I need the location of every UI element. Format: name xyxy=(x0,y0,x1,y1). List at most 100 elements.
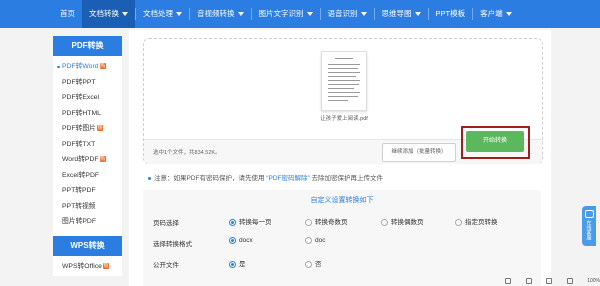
thumbnail-line xyxy=(328,64,360,65)
sidebar-item-pdf-to-image[interactable]: PDF转图片热 xyxy=(53,121,122,137)
option-label: 转换偶数页 xyxy=(391,219,424,226)
online-support-label: 在线客服 xyxy=(585,220,592,240)
nav-ppt-templates[interactable]: PPT模板 xyxy=(429,0,473,28)
sidebar-item-label: 图片转PDF xyxy=(62,218,96,225)
sidebar-item-label: PDF转图片 xyxy=(62,125,96,132)
sidebar-item-wps-to-office[interactable]: WPS转Office热 xyxy=(53,259,122,275)
sidebar-item-pdf-to-ppt[interactable]: PDF转PPT xyxy=(53,75,122,91)
sidebar-item-label: PDF转Word xyxy=(62,63,99,70)
file-summary: 选中1个文件，共834.52K。 xyxy=(153,150,221,156)
sidebar-item-label: PDF转TXT xyxy=(62,140,96,148)
thumbnail-line xyxy=(328,76,356,77)
custom-settings-panel: 自定义设置转换如下 页码选择 转换每一页 转换奇数页 转换偶数页 指定页转换 选… xyxy=(143,190,541,286)
sidebar-item-word-to-pdf[interactable]: Word转PDF热 xyxy=(53,152,122,168)
nav-image-ocr-label: 图片文字识别 xyxy=(258,9,304,18)
chevron-down-icon xyxy=(414,12,421,17)
radio-icon xyxy=(455,218,462,226)
option-label: 指定页转换 xyxy=(465,219,498,226)
sidebar-wps-header: WPS转换 xyxy=(53,235,122,256)
public-file-label: 公开文件 xyxy=(153,262,179,269)
add-more-files-button[interactable]: 继续添加（批量转换） xyxy=(382,143,456,162)
nav-home-label: 首页 xyxy=(60,9,75,18)
settings-icon[interactable] xyxy=(525,278,532,284)
sidebar-item-label: WPS转Office xyxy=(62,262,102,270)
option-label: docx xyxy=(239,237,253,245)
download-icon[interactable] xyxy=(566,278,573,284)
top-nav-bar: 首页 文档转换 文档处理 音视频转换 图片文字识别 语音识别 思维导图 PPT模… xyxy=(0,0,600,28)
hot-badge: 热 xyxy=(99,63,106,70)
nav-ppt-templates-label: PPT模板 xyxy=(435,9,466,18)
volume-icon[interactable] xyxy=(546,278,553,284)
nav-client[interactable]: 客户端 xyxy=(473,0,519,28)
system-tray: 100% xyxy=(505,276,600,286)
page-selection-label: 页码选择 xyxy=(153,220,179,227)
nav-document-process-label: 文档处理 xyxy=(143,9,173,18)
chevron-down-icon xyxy=(122,12,128,17)
sidebar-wps-list: WPS转Office热 xyxy=(53,256,122,275)
network-icon[interactable] xyxy=(505,278,511,284)
sidebar: PDF转换 PDF转Word热 PDF转PPT PDF转Excel PDF转HT… xyxy=(53,36,122,276)
nav-mind-map-label: 思维导图 xyxy=(381,9,412,18)
sidebar-item-label: PPT转视频 xyxy=(62,202,96,210)
sidebar-item-label: Word转PDF xyxy=(62,156,99,163)
settings-title: 自定义设置转换如下 xyxy=(310,197,374,204)
thumbnail-line xyxy=(328,68,358,69)
sidebar-item-pdf-to-txt[interactable]: PDF转TXT xyxy=(53,137,122,153)
thumbnail-line xyxy=(328,100,348,101)
nav-document-convert[interactable]: 文档转换 xyxy=(82,0,135,28)
option-label: 是 xyxy=(239,261,246,268)
thumbnail-line xyxy=(328,92,360,93)
sidebar-item-ppt-to-video[interactable]: PPT转视频 xyxy=(53,199,122,215)
sidebar-item-label: PDF转PPT xyxy=(62,78,96,86)
nav-av-convert-label: 音视频转换 xyxy=(197,9,235,18)
radio-icon xyxy=(305,260,312,268)
nav-document-process[interactable]: 文档处理 xyxy=(136,0,189,28)
format-selection-label: 选择转换格式 xyxy=(153,241,192,248)
radio-icon xyxy=(305,218,312,226)
file-name: 让孩子爱上阅读.pdf xyxy=(320,116,368,122)
nav-client-label: 客户端 xyxy=(480,9,503,18)
nav-image-ocr[interactable]: 图片文字识别 xyxy=(252,0,320,28)
option-label: doc xyxy=(315,237,326,245)
page-option-specified[interactable]: 指定页转换 xyxy=(455,216,498,226)
thumbnail-line xyxy=(335,58,353,59)
thumbnail-line xyxy=(328,80,360,81)
page-option-odd[interactable]: 转换奇数页 xyxy=(305,216,348,226)
sidebar-item-excel-to-pdf[interactable]: Excel转PDF xyxy=(53,168,122,184)
pdf-file-thumbnail[interactable] xyxy=(321,51,367,111)
password-notice: 注意：如果PDF有密码保护，请先使用 “PDF密码解除” 去除加密保护再上传文件 xyxy=(148,172,383,182)
pdf-password-remove-link[interactable]: “PDF密码解除” xyxy=(266,175,309,182)
format-option-doc[interactable]: doc xyxy=(305,237,325,244)
page-option-even[interactable]: 转换偶数页 xyxy=(381,216,424,226)
chevron-down-icon xyxy=(505,12,512,17)
page-option-every[interactable]: 转换每一页 xyxy=(229,216,272,226)
nav-speech-recognition[interactable]: 语音识别 xyxy=(321,0,374,28)
sidebar-item-pdf-to-html[interactable]: PDF转HTML xyxy=(53,106,122,122)
hot-badge: 热 xyxy=(102,262,109,269)
nav-home[interactable]: 首页 xyxy=(53,0,82,28)
nav-menu: 首页 文档转换 文档处理 音视频转换 图片文字识别 语音识别 思维导图 PPT模… xyxy=(53,0,519,28)
radio-selected-icon xyxy=(229,260,236,268)
sidebar-pdf-header: PDF转换 xyxy=(53,36,122,56)
sidebar-item-label: PDF转HTML xyxy=(62,109,101,117)
radio-icon xyxy=(381,218,388,226)
sidebar-item-image-to-pdf[interactable]: 图片转PDF xyxy=(53,214,122,230)
option-label: 转换奇数页 xyxy=(315,219,348,226)
zoom-level[interactable]: 100% xyxy=(587,278,600,284)
nav-av-convert[interactable]: 音视频转换 xyxy=(190,0,251,28)
radio-selected-icon xyxy=(229,218,236,226)
public-option-yes[interactable]: 是 xyxy=(229,258,246,268)
online-support-tab[interactable]: 在线客服 xyxy=(582,206,596,246)
sidebar-item-label: PDF转Excel xyxy=(62,94,100,101)
sidebar-item-pdf-to-excel[interactable]: PDF转Excel xyxy=(53,90,122,106)
sidebar-item-pdf-to-word[interactable]: PDF转Word热 xyxy=(53,59,122,75)
sidebar-item-ppt-to-pdf[interactable]: PPT转PDF xyxy=(53,183,122,199)
public-option-no[interactable]: 否 xyxy=(305,258,322,268)
nav-speech-recognition-label: 语音识别 xyxy=(327,9,358,18)
nav-mind-map[interactable]: 思维导图 xyxy=(375,0,428,28)
start-convert-button[interactable]: 开始转换 xyxy=(466,131,524,152)
thumbnail-line xyxy=(328,96,358,97)
format-option-docx[interactable]: docx xyxy=(229,237,253,244)
notice-prefix: 注意：如果PDF有密码保护，请先使用 xyxy=(154,175,265,182)
sidebar-item-label: Excel转PDF xyxy=(62,171,100,179)
